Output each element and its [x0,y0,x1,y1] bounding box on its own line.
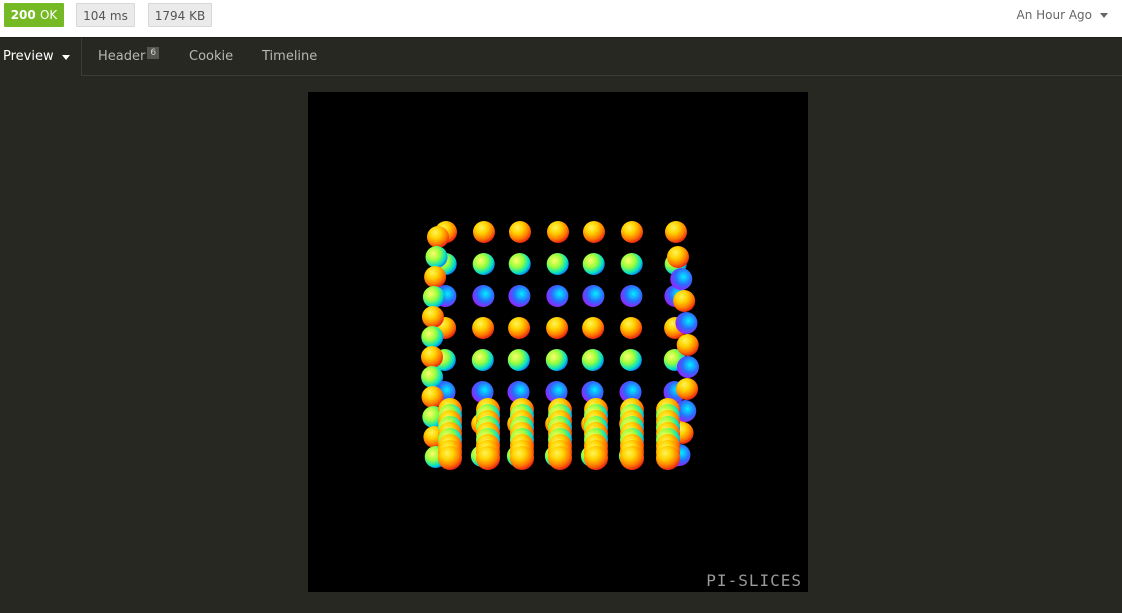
sphere [508,317,531,339]
sphere [620,446,644,470]
tab-timeline[interactable]: Timeline [262,38,317,76]
sphere [676,378,699,400]
sphere [509,221,531,243]
sphere [548,446,572,470]
response-tabs: Preview Header 6 Cookie Timeline [0,38,1122,76]
sphere [619,349,642,371]
sphere [510,446,534,470]
tab-preview-label: Preview [3,49,54,64]
sphere [507,349,530,371]
sphere [427,226,449,248]
sphere [508,253,531,275]
sphere [546,253,569,275]
rainbow-sphere-cube-image [421,221,699,470]
tab-header[interactable]: Header 6 [98,38,160,76]
sphere [547,221,569,243]
chevron-down-icon [61,54,70,60]
tab-cookie[interactable]: Cookie [189,38,233,76]
history-dropdown[interactable]: An Hour Ago [1016,8,1108,22]
sphere [476,446,500,470]
sphere [425,246,448,268]
status-text: OK [39,8,58,22]
sphere [422,286,445,308]
chevron-down-icon [1100,12,1108,18]
sphere [673,290,696,312]
sphere [620,317,643,339]
image-preview: PI-SLICES [308,92,808,592]
sphere [665,221,687,243]
tab-cookie-label: Cookie [189,49,234,64]
history-label: An Hour Ago [1016,8,1092,22]
sphere [438,446,462,470]
sphere [545,349,568,371]
sphere [621,221,643,243]
watermark-text: PI-SLICES [706,571,802,590]
sphere [583,221,605,243]
sphere [421,326,444,348]
sphere [508,285,531,307]
sphere [421,346,444,368]
response-time-badge: 104 ms [76,3,135,27]
sphere [546,285,569,307]
tab-preview[interactable]: Preview [0,38,82,76]
sphere [667,246,689,268]
sphere [473,221,495,243]
sphere [582,285,605,307]
status-code: 200 [10,8,36,22]
sphere [472,253,495,275]
header-count-badge: 6 [147,47,160,59]
sphere [581,349,604,371]
sphere [584,446,608,470]
tab-header-label: Header [98,49,146,64]
response-size-badge: 1794 KB [148,3,212,27]
sphere [620,285,643,307]
sphere [656,446,680,470]
sphere [472,285,495,307]
sphere [472,317,495,339]
sphere [424,266,447,288]
response-toolbar: 200 OK 104 ms 1794 KB An Hour Ago [0,0,1122,38]
sphere [582,253,605,275]
sphere [675,312,698,334]
sphere [582,317,605,339]
sphere [471,349,494,371]
sphere [620,253,643,275]
sphere [421,306,444,328]
sphere [670,268,693,290]
sphere [676,334,699,356]
sphere [421,366,444,388]
sphere [676,356,699,378]
status-badge: 200 OK [4,3,64,27]
sphere [546,317,569,339]
tab-timeline-label: Timeline [262,49,318,64]
